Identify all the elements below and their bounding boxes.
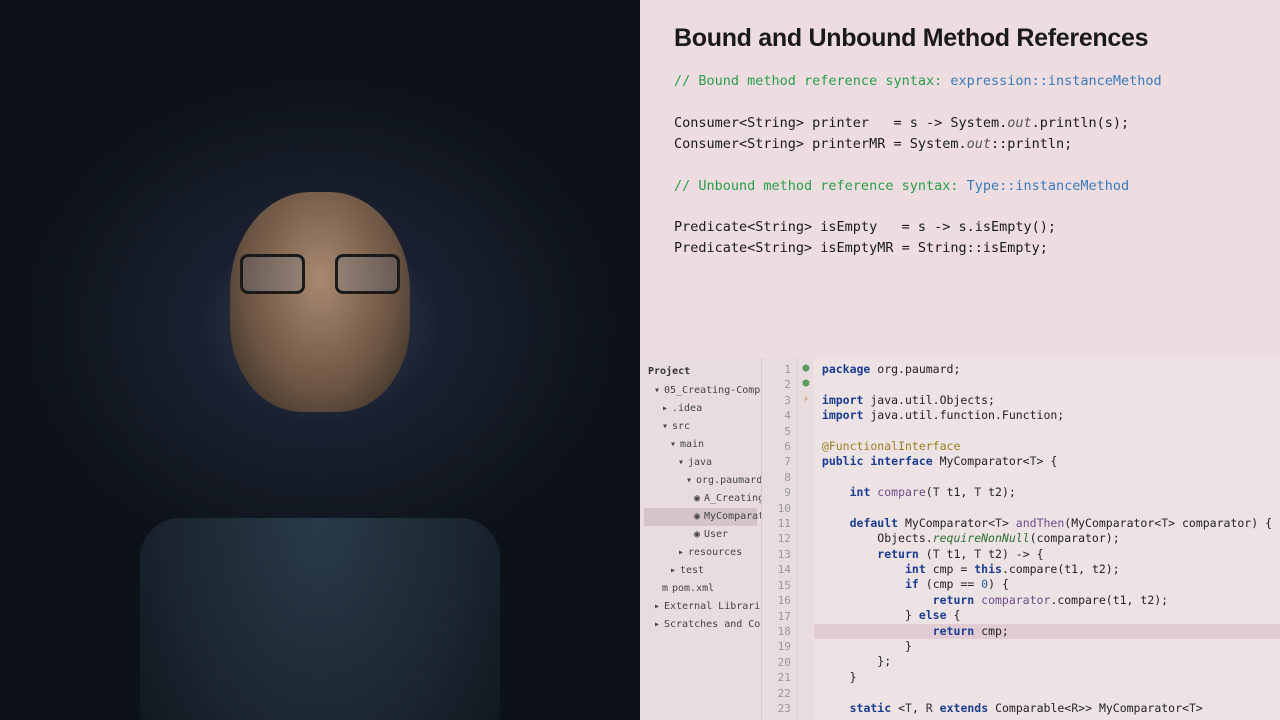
tree-item[interactable]: ◉User bbox=[644, 526, 757, 544]
slide-code: // Bound method reference syntax: expres… bbox=[674, 71, 1246, 259]
presenter-shirt bbox=[140, 518, 500, 720]
tree-item[interactable]: ▾org.paumard bbox=[644, 472, 757, 490]
project-header: Project bbox=[644, 362, 757, 382]
presenter-glasses bbox=[240, 254, 400, 294]
line-gutter: 1234567891011121314151617181920212223 bbox=[762, 358, 798, 720]
slide-area: Bound and Unbound Method References // B… bbox=[640, 0, 1280, 358]
ide-panel: Project ▾05_Creating-Comparators ▸.idea▾… bbox=[640, 358, 1280, 720]
tree-item[interactable]: mpom.xml bbox=[644, 580, 757, 598]
tree-item[interactable]: ▸test bbox=[644, 562, 757, 580]
tree-item[interactable]: ◉MyComparator bbox=[644, 508, 757, 526]
video-background bbox=[0, 0, 640, 720]
tree-item[interactable]: ▸resources bbox=[644, 544, 757, 562]
tree-item[interactable]: ▾java bbox=[644, 454, 757, 472]
slide-title: Bound and Unbound Method References bbox=[674, 24, 1246, 53]
tree-root[interactable]: ▾05_Creating-Comparators bbox=[644, 382, 757, 400]
tree-item[interactable]: ◉A_CreatingComparato bbox=[644, 490, 757, 508]
presenter-face bbox=[230, 192, 410, 412]
code-editor[interactable]: 1234567891011121314151617181920212223 ⬢⬢… bbox=[762, 358, 1280, 720]
content-panel: Bound and Unbound Method References // B… bbox=[640, 0, 1280, 720]
tree-item[interactable]: ▸.idea bbox=[644, 400, 757, 418]
tree-item[interactable]: ▸External Libraries bbox=[644, 598, 757, 616]
code-area[interactable]: package org.paumard; import java.util.Ob… bbox=[814, 358, 1280, 720]
project-tree[interactable]: Project ▾05_Creating-Comparators ▸.idea▾… bbox=[640, 358, 762, 720]
presenter-video bbox=[0, 0, 640, 720]
gutter-icons: ⬢⬢⚡ bbox=[798, 358, 814, 720]
tree-item[interactable]: ▸Scratches and Consoles bbox=[644, 616, 757, 634]
tree-item[interactable]: ▾src bbox=[644, 418, 757, 436]
tree-item[interactable]: ▾main bbox=[644, 436, 757, 454]
